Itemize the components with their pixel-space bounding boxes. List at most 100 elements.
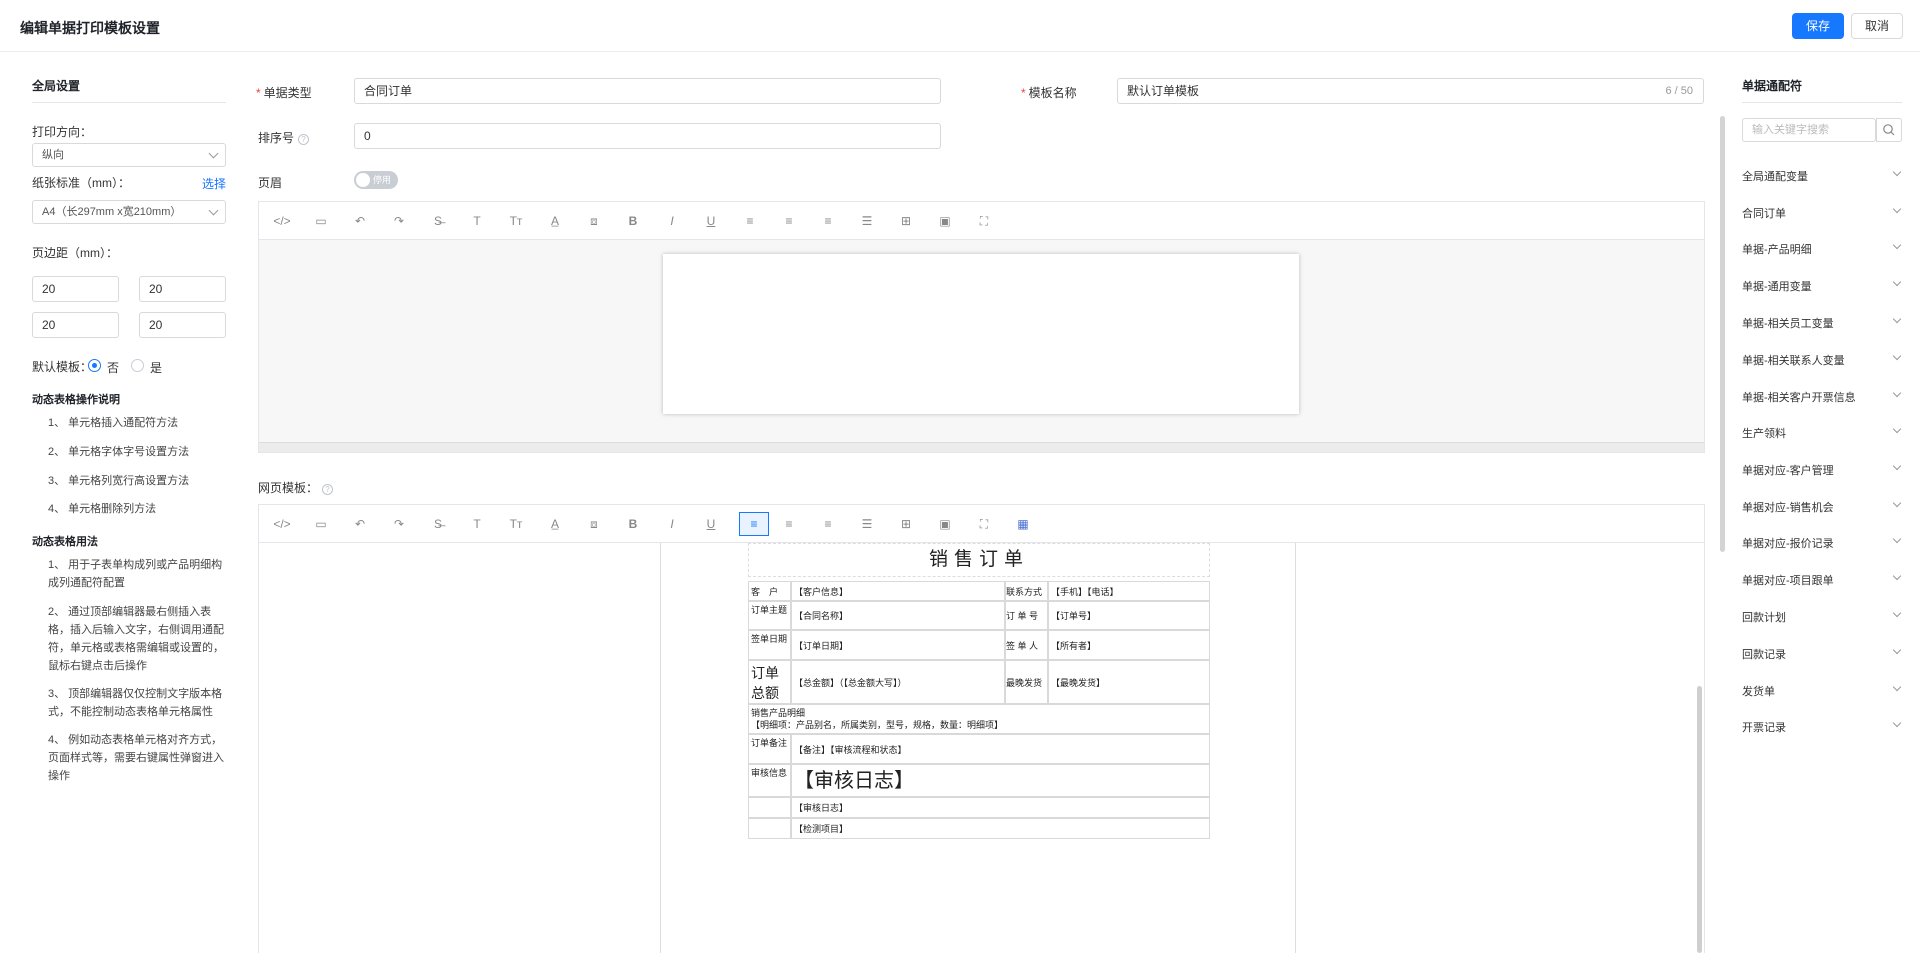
cell-empty[interactable] <box>748 797 791 818</box>
bg-color-icon[interactable]: ⧈ <box>583 513 605 535</box>
font-size-icon[interactable]: T <box>466 210 488 232</box>
sort-input[interactable]: 0 <box>354 123 941 149</box>
strikethrough-icon[interactable]: S̶ <box>427 513 449 535</box>
cell-contact-value[interactable]: 【手机】【电话】 <box>1048 581 1210 601</box>
cancel-button[interactable]: 取消 <box>1851 13 1903 39</box>
image-icon[interactable]: ▣ <box>934 513 956 535</box>
dyn-op-item[interactable]: 3、 单元格列宽行高设置方法 <box>48 472 189 490</box>
default-no-radio[interactable] <box>88 359 101 372</box>
cell-total-label[interactable]: 订单总额 <box>748 660 791 704</box>
search-button[interactable] <box>1876 118 1902 142</box>
italic-icon[interactable]: I <box>661 210 683 232</box>
align-right-icon[interactable]: ≡ <box>817 210 839 232</box>
strikethrough-icon[interactable]: S̶ <box>427 210 449 232</box>
cell-remark-value[interactable]: 【备注】【审核流程和状态】 <box>791 734 1210 764</box>
fullscreen-icon[interactable]: ⛶ <box>973 210 995 232</box>
bg-color-icon[interactable]: ⧈ <box>583 210 605 232</box>
bold-icon[interactable]: B <box>622 210 644 232</box>
cell-subject-label[interactable]: 订单主题 <box>748 601 791 630</box>
cell-customer-value[interactable]: 【客户信息】 <box>791 581 1005 601</box>
cell-signer-value[interactable]: 【所有者】 <box>1048 630 1210 660</box>
code-icon[interactable]: </> <box>271 210 293 232</box>
font-color-icon[interactable]: A̲ <box>544 210 566 232</box>
bold-icon[interactable]: B <box>622 513 644 535</box>
cell-customer-label[interactable]: 客 户 <box>748 581 791 601</box>
table-icon[interactable]: ⊞ <box>895 210 917 232</box>
wildcard-group[interactable]: 生产领料 <box>1742 424 1902 441</box>
cell-order-no-value[interactable]: 【订单号】 <box>1048 601 1210 630</box>
cell-remark-label[interactable]: 订单备注 <box>748 734 791 764</box>
save-button[interactable]: 保存 <box>1792 13 1844 39</box>
cell-sign-date-label[interactable]: 签单日期 <box>748 630 791 660</box>
underline-icon[interactable]: U <box>700 210 722 232</box>
wildcard-group[interactable]: 合同订单 <box>1742 204 1902 221</box>
template-icon[interactable]: ▭ <box>310 513 332 535</box>
doc-type-field[interactable]: 合同订单 <box>354 78 941 104</box>
wildcard-group[interactable]: 回款记录 <box>1742 645 1902 662</box>
horizontal-scrollbar[interactable] <box>259 442 1704 452</box>
align-center-icon[interactable]: ≡ <box>778 210 800 232</box>
italic-icon[interactable]: I <box>661 513 683 535</box>
wildcard-group[interactable]: 全局通配变量 <box>1742 167 1902 184</box>
align-left-icon[interactable]: ≡ <box>739 210 761 232</box>
wildcard-search-input[interactable]: 输入关键字搜索 <box>1742 118 1876 142</box>
cell-signer-label[interactable]: 签 单 人 <box>1005 630 1048 660</box>
table-icon[interactable]: ⊞ <box>895 513 917 535</box>
editor-vertical-scrollbar[interactable] <box>1697 686 1702 953</box>
orientation-select[interactable]: 纵向 <box>32 143 226 167</box>
wildcard-group[interactable]: 单据-相关员工变量 <box>1742 314 1902 331</box>
cell-empty[interactable] <box>748 818 791 839</box>
text-format-icon[interactable]: Tт <box>505 513 527 535</box>
cell-audit-label[interactable]: 审核信息 <box>748 764 791 797</box>
dyn-op-item[interactable]: 1、 单元格插入通配符方法 <box>48 414 178 432</box>
header-toggle[interactable]: 停用 <box>354 171 398 189</box>
align-left-icon[interactable]: ≡ <box>739 512 769 536</box>
template-name-input[interactable]: 默认订单模板 6 / 50 <box>1117 78 1704 104</box>
code-icon[interactable]: </> <box>271 513 293 535</box>
cell-audit-log-small[interactable]: 【审核日志】 <box>791 797 1210 818</box>
template-icon[interactable]: ▭ <box>310 210 332 232</box>
align-center-icon[interactable]: ≡ <box>778 513 800 535</box>
default-yes-radio[interactable] <box>131 359 144 372</box>
cell-sign-date-value[interactable]: 【订单日期】 <box>791 630 1005 660</box>
header-page-preview[interactable] <box>663 254 1299 414</box>
margin-bottom-input[interactable]: 20 <box>139 276 226 302</box>
fullscreen-icon[interactable]: ⛶ <box>973 513 995 535</box>
margin-left-input[interactable]: 20 <box>32 312 119 338</box>
underline-icon[interactable]: U <box>700 513 722 535</box>
dynamic-table-icon[interactable]: ▦ <box>1012 513 1034 535</box>
wildcard-group[interactable]: 单据-通用变量 <box>1742 277 1902 294</box>
align-right-icon[interactable]: ≡ <box>817 513 839 535</box>
document-title[interactable]: 销售订单 <box>748 543 1210 577</box>
cell-check-items[interactable]: 【检测项目】 <box>791 818 1210 839</box>
cell-products[interactable]: 销售产品明细 【明细项：产品别名，所属类别，型号，规格，数量：明细项】 <box>748 704 1210 734</box>
wildcard-group[interactable]: 单据对应-项目跟单 <box>1742 571 1902 588</box>
wildcard-group[interactable]: 单据对应-报价记录 <box>1742 534 1902 551</box>
main-vertical-scrollbar[interactable] <box>1720 116 1725 552</box>
wildcard-group[interactable]: 单据对应-客户管理 <box>1742 461 1902 478</box>
redo-icon[interactable]: ↷ <box>388 513 410 535</box>
cell-audit-log-big[interactable]: 【审核日志】 <box>791 764 1210 797</box>
align-justify-icon[interactable]: ☰ <box>856 513 878 535</box>
wildcard-group[interactable]: 发货单 <box>1742 682 1902 699</box>
cell-contact-label[interactable]: 联系方式 <box>1005 581 1048 601</box>
text-format-icon[interactable]: Tт <box>505 210 527 232</box>
cell-latest-ship-label[interactable]: 最晚发货 <box>1005 660 1048 704</box>
cell-total-value[interactable]: 【总金额】（【总金额大写】） <box>791 660 1005 704</box>
cell-subject-value[interactable]: 【合同名称】 <box>791 601 1005 630</box>
image-icon[interactable]: ▣ <box>934 210 956 232</box>
paper-select-link[interactable]: 选择 <box>202 175 226 192</box>
cell-latest-ship-value[interactable]: 【最晚发货】 <box>1048 660 1210 704</box>
redo-icon[interactable]: ↷ <box>388 210 410 232</box>
wildcard-group[interactable]: 开票记录 <box>1742 718 1902 735</box>
font-size-icon[interactable]: T <box>466 513 488 535</box>
undo-icon[interactable]: ↶ <box>349 513 371 535</box>
wildcard-group[interactable]: 回款计划 <box>1742 608 1902 625</box>
margin-top-input[interactable]: 20 <box>32 276 119 302</box>
margin-right-input[interactable]: 20 <box>139 312 226 338</box>
wildcard-group[interactable]: 单据-相关联系人变量 <box>1742 351 1902 368</box>
paper-select[interactable]: A4（长297mm x宽210mm） <box>32 200 226 224</box>
font-color-icon[interactable]: A̲ <box>544 513 566 535</box>
wildcard-group[interactable]: 单据-相关客户开票信息 <box>1742 388 1902 405</box>
wildcard-group[interactable]: 单据对应-销售机会 <box>1742 498 1902 515</box>
